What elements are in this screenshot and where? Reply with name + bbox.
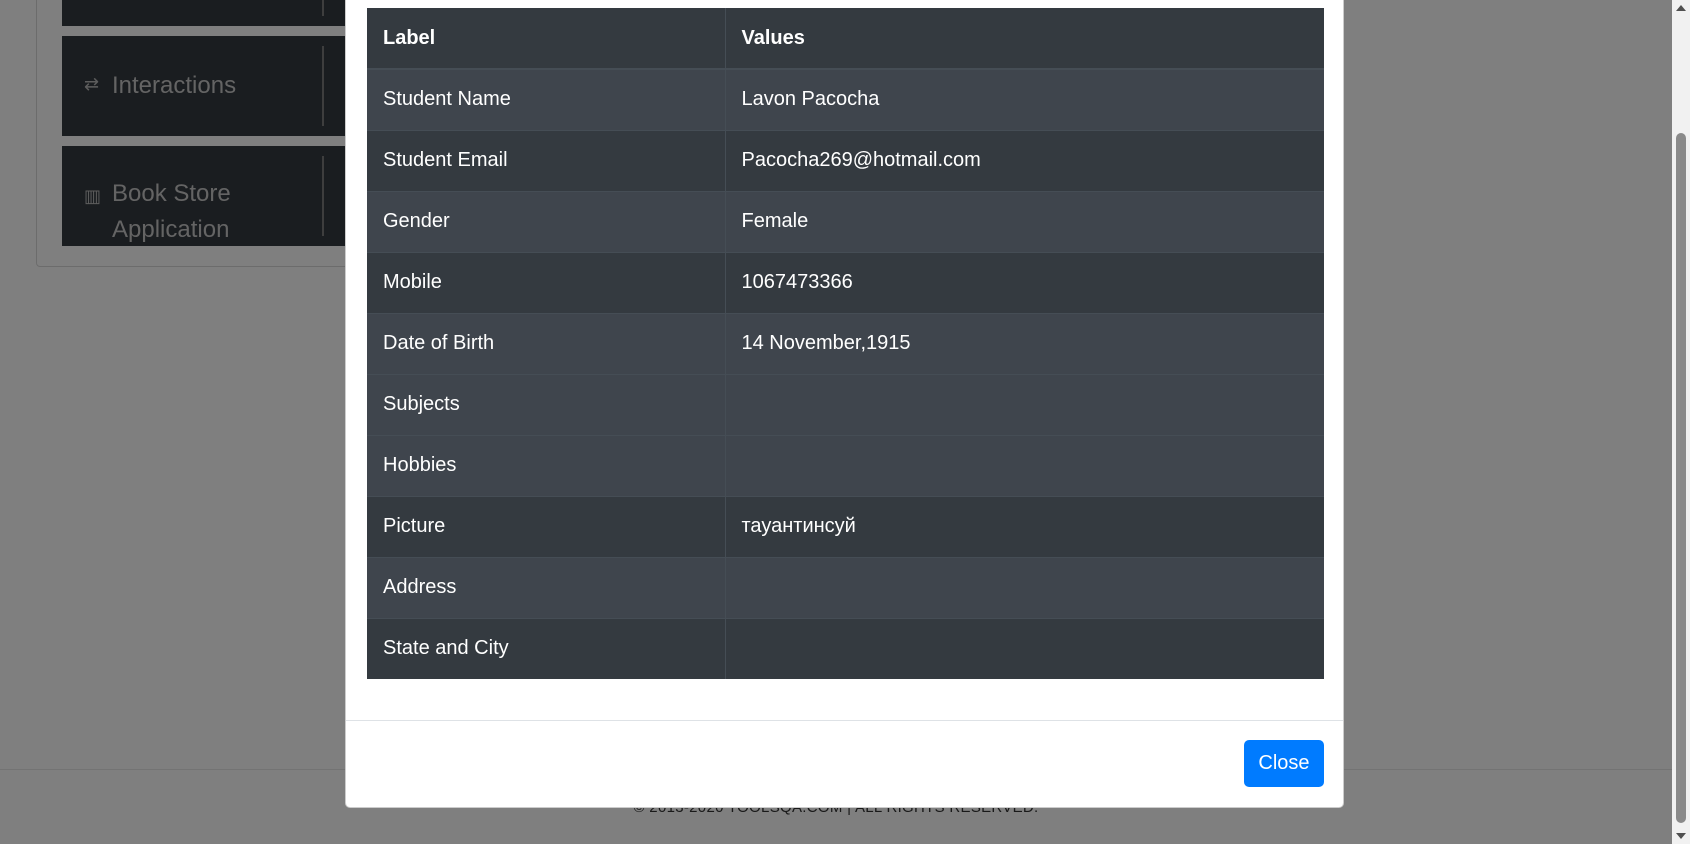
row-value — [725, 373, 1324, 435]
table-row: Student Name Lavon Pacocha — [367, 68, 1324, 130]
row-label: Gender — [367, 190, 726, 252]
row-label: Subjects — [367, 373, 726, 435]
row-label: Hobbies — [367, 434, 726, 496]
row-value: тауантинсуй — [725, 495, 1324, 557]
scroll-down-arrow-icon[interactable] — [1676, 833, 1686, 839]
row-label: Mobile — [367, 251, 726, 313]
modal-footer-divider — [346, 720, 1343, 721]
row-value: 14 November,1915 — [725, 312, 1324, 374]
scroll-up-arrow-icon[interactable] — [1676, 5, 1686, 11]
row-value: Female — [725, 190, 1324, 252]
table-row: State and City — [367, 617, 1324, 679]
row-label: Picture — [367, 495, 726, 557]
submission-modal: Label Values Student Name Lavon Pacocha … — [345, 0, 1344, 808]
row-label: State and City — [367, 617, 726, 679]
close-button[interactable]: Close — [1244, 740, 1324, 787]
table-row: Student Email Pacocha269@hotmail.com — [367, 129, 1324, 191]
table-row: Picture тауантинсуй — [367, 495, 1324, 557]
row-label: Student Email — [367, 129, 726, 191]
row-value — [725, 434, 1324, 496]
table-row: Date of Birth 14 November,1915 — [367, 312, 1324, 374]
row-label: Date of Birth — [367, 312, 726, 374]
submission-table: Label Values Student Name Lavon Pacocha … — [367, 8, 1324, 679]
row-label: Address — [367, 556, 726, 618]
scrollbar-thumb[interactable] — [1676, 133, 1686, 823]
table-row: Subjects — [367, 373, 1324, 435]
header-label: Label — [367, 8, 726, 70]
table-header-row: Label Values — [367, 8, 1324, 70]
row-value — [725, 617, 1324, 679]
table-row: Hobbies — [367, 434, 1324, 496]
row-value: Lavon Pacocha — [725, 68, 1324, 130]
row-value: 1067473366 — [725, 251, 1324, 313]
table-row: Gender Female — [367, 190, 1324, 252]
table-row: Mobile 1067473366 — [367, 251, 1324, 313]
header-values: Values — [725, 8, 1324, 70]
row-value — [725, 556, 1324, 618]
row-label: Student Name — [367, 68, 726, 130]
table-row: Address — [367, 556, 1324, 618]
row-value: Pacocha269@hotmail.com — [725, 129, 1324, 191]
page-scrollbar[interactable] — [1672, 0, 1690, 844]
